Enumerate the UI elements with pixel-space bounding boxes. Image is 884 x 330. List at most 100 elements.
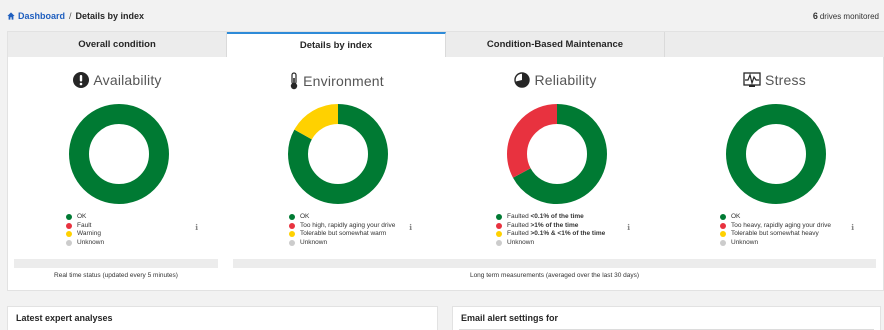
legend-label: Too high, rapidly aging your drive — [300, 221, 396, 229]
donut-segment[interactable] — [726, 104, 826, 204]
availability-title: Availability — [8, 72, 227, 88]
drives-count: 6 — [812, 11, 818, 21]
stress-info-icon[interactable]: ℹ — [851, 223, 854, 232]
environment-title-text: Environment — [303, 73, 384, 89]
tab-condition-based-maintenance[interactable]: Condition-Based Maintenance — [446, 32, 665, 57]
legend-dot-red — [289, 222, 295, 229]
realtime-caption: Real time status (updated every 5 minute… — [54, 272, 178, 279]
legend-dot-gray — [720, 239, 726, 246]
legend-label: Unknown — [300, 238, 328, 246]
legend-label: Unknown — [507, 238, 535, 246]
tab-overall-condition[interactable]: Overall condition — [8, 32, 227, 57]
legend-label: OK — [300, 213, 310, 220]
tab-bar-filler — [665, 32, 884, 57]
longterm-group-bar — [233, 259, 876, 268]
environment-info-icon[interactable]: ℹ — [409, 223, 412, 232]
legend-item: Faulted <0.1% of the time — [496, 213, 605, 222]
legend-label: Tolerable but somewhat heavy — [731, 230, 819, 237]
drives-label: drives monitored — [819, 12, 879, 21]
tab-details-by-index[interactable]: Details by index — [227, 32, 446, 57]
legend-dot-gray — [289, 239, 295, 246]
breadcrumb-current: Details by index — [75, 11, 145, 21]
pie-chart-icon — [514, 72, 531, 88]
legend-item: Unknown — [289, 239, 395, 248]
reliability-title-text: Reliability — [534, 72, 597, 88]
legend-label: Faulted >1% of the time — [507, 221, 579, 229]
legend-item: Tolerable but somewhat warm — [289, 230, 395, 239]
breadcrumb: Dashboard / Details by index — [7, 11, 144, 21]
legend-item: OK — [289, 213, 395, 222]
legend-item: Unknown — [720, 239, 831, 248]
legend-item: Too heavy, rapidly aging your drive — [720, 222, 831, 231]
legend-item: OK — [66, 213, 104, 222]
breadcrumb-dashboard-link[interactable]: Dashboard — [7, 11, 65, 21]
legend-dot-red — [496, 222, 502, 229]
environment-title: Environment — [227, 72, 446, 90]
legend-dot-yellow — [496, 231, 502, 238]
reliability-info-icon[interactable]: ℹ — [627, 223, 630, 232]
legend-label: Unknown — [731, 238, 759, 246]
donut-segment[interactable] — [69, 104, 169, 204]
legend-label: Faulted >0.1% & <1% of the time — [507, 230, 606, 237]
legend-label: OK — [77, 213, 87, 220]
legend-item: Unknown — [496, 239, 605, 248]
availability-legend: OK Fault Warning Unknown — [66, 213, 104, 247]
reliability-legend: Faulted <0.1% of the time Faulted >1% of… — [496, 213, 605, 247]
stress-title-text: Stress — [765, 72, 806, 88]
legend-label: Faulted <0.1% of the time — [507, 213, 584, 220]
legend-label: Tolerable but somewhat warm — [300, 230, 387, 237]
expert-analyses-section: Latest expert analyses — [7, 306, 438, 330]
legend-item: Faulted >1% of the time — [496, 222, 605, 231]
legend-item: OK — [720, 213, 831, 222]
environment-card: Environment ℹ OK Too high, rapidly aging… — [227, 58, 446, 268]
legend-item: Unknown — [66, 239, 104, 248]
reliability-donut — [507, 104, 607, 204]
breadcrumb-home-label: Dashboard — [18, 11, 66, 21]
breadcrumb-separator: / — [69, 11, 72, 21]
expert-analyses-heading: Latest expert analyses — [16, 313, 113, 323]
legend-dot-gray — [66, 239, 72, 246]
legend-dot-yellow — [720, 231, 726, 238]
stress-title: Stress — [665, 72, 884, 88]
waveform-monitor-icon — [743, 72, 761, 87]
email-alerts-section: Email alert settings for — [452, 306, 881, 330]
details-panel: Overall condition Details by index Condi… — [7, 31, 884, 291]
legend-dot-yellow — [289, 231, 295, 238]
legend-label: Fault — [77, 221, 92, 229]
drives-monitored: 6 drives monitored — [813, 11, 879, 21]
legend-dot-gray — [496, 239, 502, 246]
legend-dot-red — [720, 222, 726, 229]
availability-title-text: Availability — [93, 72, 162, 88]
legend-item: Warning — [66, 230, 104, 239]
availability-info-icon[interactable]: ℹ — [195, 223, 198, 232]
stress-card: Stress ℹ OK Too heavy, rapidly aging you… — [665, 58, 884, 268]
home-icon — [7, 12, 15, 20]
legend-item: Faulted >0.1% & <1% of the time — [496, 230, 605, 239]
legend-dot-yellow — [66, 231, 72, 238]
legend-label: Warning — [77, 230, 101, 237]
top-bar: Dashboard / Details by index 6 drives mon… — [0, 0, 884, 32]
stress-donut — [726, 104, 826, 204]
legend-dot-red — [66, 222, 72, 229]
reliability-card: Reliability ℹ Faulted <0.1% of the time … — [446, 58, 665, 268]
thermometer-icon — [290, 72, 298, 90]
legend-item: Too high, rapidly aging your drive — [289, 222, 395, 231]
legend-dot-green — [720, 214, 726, 221]
exclamation-circle-icon — [73, 72, 90, 88]
legend-label: Unknown — [77, 238, 105, 246]
legend-item: Fault — [66, 222, 104, 231]
legend-dot-green — [496, 214, 502, 221]
availability-donut — [69, 104, 169, 204]
environment-legend: OK Too high, rapidly aging your drive To… — [289, 213, 395, 247]
realtime-group-bar — [14, 259, 218, 268]
longterm-caption: Long term measurements (averaged over th… — [469, 272, 640, 279]
environment-donut — [288, 104, 388, 204]
tab-bar: Overall condition Details by index Condi… — [8, 32, 884, 57]
availability-card: Availability ℹ OK Fault Warning Unknown — [8, 58, 227, 268]
stress-legend: OK Too heavy, rapidly aging your drive T… — [720, 213, 831, 247]
legend-dot-green — [66, 214, 72, 221]
legend-label: OK — [731, 213, 741, 220]
email-alerts-heading: Email alert settings for — [461, 313, 559, 323]
legend-label: Too heavy, rapidly aging your drive — [731, 221, 831, 229]
legend-item: Tolerable but somewhat heavy — [720, 230, 831, 239]
